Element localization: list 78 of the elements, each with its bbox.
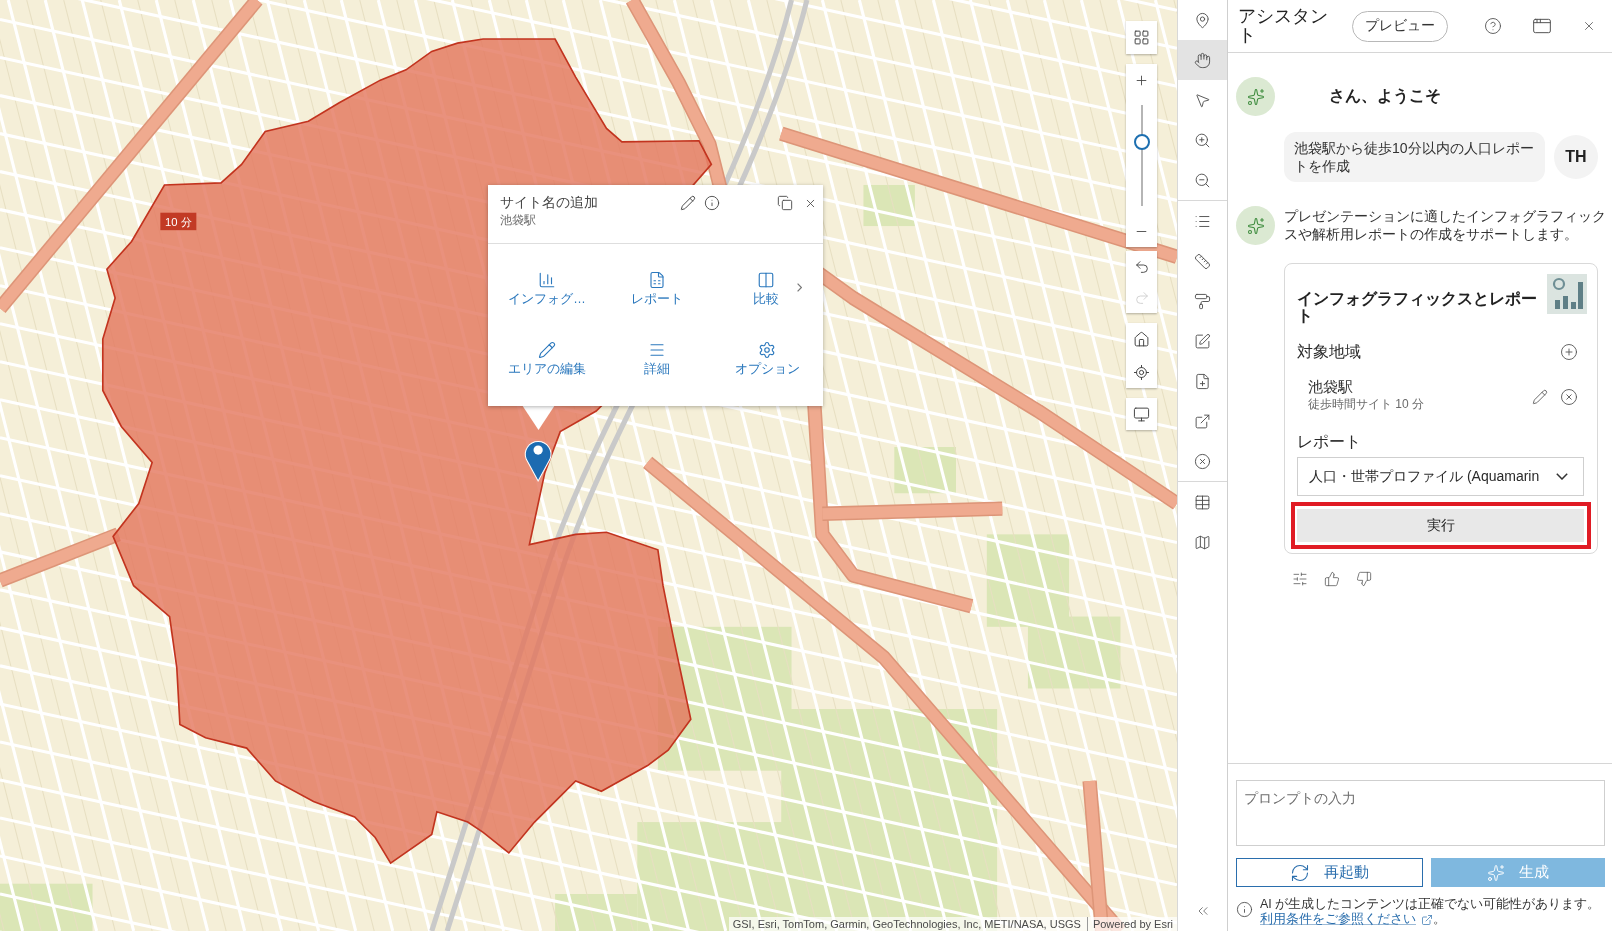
disclaimer-text: AI が生成したコンテンツは正確でない可能性があります。 利用条件をご参照ください 。 xyxy=(1260,897,1602,927)
hand-icon xyxy=(1194,51,1211,69)
sparkle-avatar-icon xyxy=(1236,206,1275,245)
monitor-button[interactable] xyxy=(1126,398,1157,430)
section-label: 対象地域 xyxy=(1297,342,1361,362)
map-icon xyxy=(1194,533,1211,551)
user-message-bubble: 池袋駅から徒歩10分以内の人口レポートを作成 xyxy=(1284,132,1545,182)
locate-icon[interactable] xyxy=(1133,363,1150,381)
grid-icon xyxy=(1133,29,1150,46)
prompt-input[interactable]: プロンプトの入力 xyxy=(1236,780,1605,846)
pencil-icon[interactable] xyxy=(1532,389,1548,405)
section-label: レポート xyxy=(1297,432,1361,452)
zoom-slider-thumb[interactable] xyxy=(1133,134,1150,151)
two-columns-icon xyxy=(757,271,775,289)
ruler-icon xyxy=(1194,252,1211,270)
report-document-icon xyxy=(648,271,666,289)
preview-button[interactable]: プレビュー xyxy=(1352,10,1448,42)
table-icon xyxy=(1194,493,1211,511)
popup-title: サイト名の追加 xyxy=(500,193,598,212)
window-icon[interactable] xyxy=(1532,16,1552,36)
paint-roller-icon xyxy=(1194,292,1211,310)
pointer-icon xyxy=(1194,91,1211,109)
undo-icon[interactable] xyxy=(1133,258,1150,275)
location-pin-icon[interactable] xyxy=(524,440,552,482)
pencil-icon[interactable] xyxy=(680,195,696,211)
area-detail: 徒歩時間サイト 10 分 xyxy=(1308,396,1424,412)
chevron-right-icon[interactable] xyxy=(797,283,802,292)
plus-icon[interactable] xyxy=(1134,72,1149,88)
add-circle-icon[interactable] xyxy=(1560,343,1578,361)
attribution-text: GSI, Esri, TomTom, Garmin, GeoTechnologies, Inc, METI/NASA, USGS xyxy=(732,917,1081,931)
help-icon[interactable] xyxy=(1484,17,1502,35)
settings-icon xyxy=(758,341,776,359)
external-link-icon xyxy=(1421,913,1433,926)
pencil-icon xyxy=(538,341,556,359)
popup-action-button[interactable]: オプション xyxy=(734,341,800,377)
chevron-down-icon xyxy=(1556,473,1568,480)
tool-button[interactable] xyxy=(1178,40,1227,80)
powered-by-text[interactable]: Powered by Esri xyxy=(1086,917,1173,931)
panel-title: アシスタント xyxy=(1238,7,1329,45)
popup-action-button[interactable]: 詳細 xyxy=(629,341,685,377)
sparkle-avatar-icon xyxy=(1236,77,1275,116)
restart-button[interactable]: 再起動 xyxy=(1236,858,1423,887)
sparkle-icon xyxy=(1487,863,1505,882)
chart-tile-icon xyxy=(1547,274,1587,314)
monitor-icon xyxy=(1133,405,1150,423)
home-icon[interactable] xyxy=(1133,331,1150,348)
zoom-out-icon xyxy=(1194,171,1211,189)
restore-window-icon[interactable] xyxy=(777,195,793,211)
thumbs-up-icon[interactable] xyxy=(1324,571,1340,587)
menu-icon xyxy=(648,341,666,359)
remove-circle-icon[interactable] xyxy=(1560,388,1578,406)
card-title: インフォグラフィックスとレポート xyxy=(1297,290,1538,324)
user-avatar: TH xyxy=(1554,135,1598,179)
close-icon[interactable] xyxy=(1582,19,1596,33)
welcome-text: さん、ようこそ xyxy=(1329,86,1441,107)
popup-action-button[interactable]: レポート xyxy=(629,271,685,307)
export-icon xyxy=(1194,412,1211,430)
sliders-icon[interactable] xyxy=(1292,571,1308,587)
pen-square-icon xyxy=(1194,332,1211,350)
thumbs-down-icon[interactable] xyxy=(1356,571,1372,587)
popup-action-button[interactable]: 比較 xyxy=(738,271,794,307)
popup-action-button[interactable]: インフォグ… xyxy=(508,271,586,307)
popup-subtitle: 池袋駅 xyxy=(500,212,536,228)
file-plus-icon xyxy=(1194,372,1211,390)
circle-x-icon xyxy=(1194,452,1211,470)
terms-link[interactable]: 利用条件をご参照ください xyxy=(1260,912,1433,927)
area-name: 池袋駅 xyxy=(1308,378,1353,396)
info-icon xyxy=(1236,901,1253,918)
zoom-in-icon xyxy=(1194,131,1211,149)
run-button[interactable]: 実行 xyxy=(1297,509,1584,542)
refresh-icon xyxy=(1290,862,1310,883)
popup-action-button[interactable]: エリアの編集 xyxy=(508,341,586,377)
grid-button[interactable] xyxy=(1126,21,1157,54)
bar-chart-icon xyxy=(538,271,556,289)
pin-icon xyxy=(1194,11,1211,29)
assistant-message: プレゼンテーションに適したインフォグラフィックスや解析用レポートの作成をサポートします。 xyxy=(1284,207,1607,243)
report-select[interactable]: 人口・世帯プロファイル (Aquamarin xyxy=(1297,457,1584,496)
info-icon[interactable] xyxy=(704,195,720,211)
